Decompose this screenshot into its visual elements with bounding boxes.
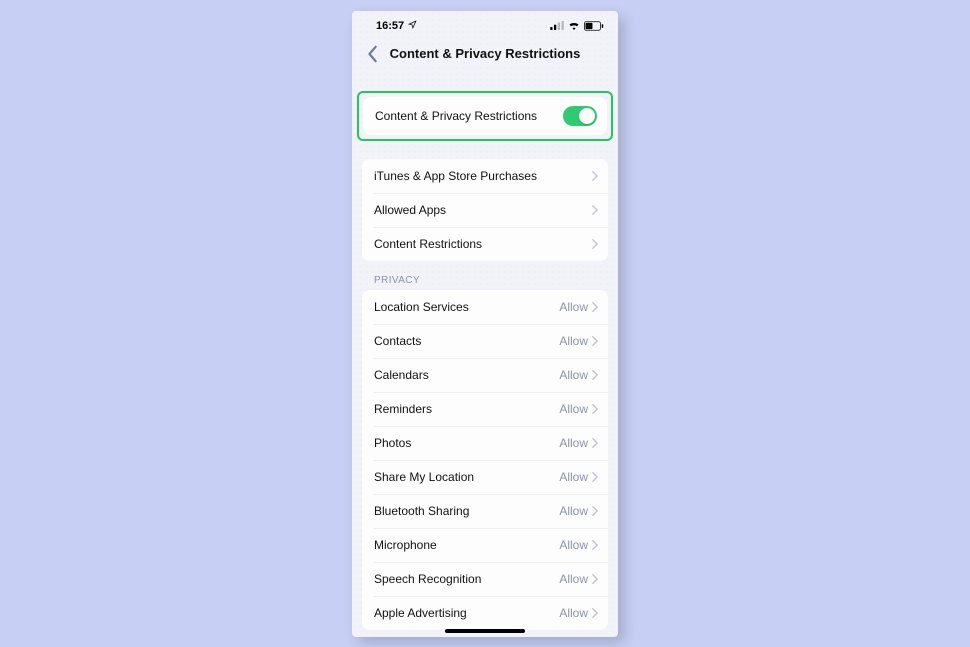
row-value: Allow bbox=[559, 504, 588, 518]
row-label: Calendars bbox=[374, 368, 559, 382]
settings-group-1: iTunes & App Store Purchases Allowed App… bbox=[362, 159, 608, 261]
row-label: Bluetooth Sharing bbox=[374, 504, 559, 518]
nav-header: Content & Privacy Restrictions bbox=[352, 35, 618, 73]
privacy-group: Location Services Allow Contacts Allow C… bbox=[362, 290, 608, 630]
row-value: Allow bbox=[559, 572, 588, 586]
chevron-right-icon bbox=[592, 205, 598, 215]
row-label: Apple Advertising bbox=[374, 606, 559, 620]
row-label: iTunes & App Store Purchases bbox=[374, 169, 592, 183]
chevron-right-icon bbox=[592, 506, 598, 516]
chevron-right-icon bbox=[592, 540, 598, 550]
row-reminders[interactable]: Reminders Allow bbox=[362, 392, 608, 426]
row-value: Allow bbox=[559, 606, 588, 620]
row-share-my-location[interactable]: Share My Location Allow bbox=[362, 460, 608, 494]
chevron-right-icon bbox=[592, 239, 598, 249]
chevron-right-icon bbox=[592, 438, 598, 448]
status-bar: 16:57 bbox=[352, 11, 618, 35]
chevron-right-icon bbox=[592, 370, 598, 380]
row-label: Reminders bbox=[374, 402, 559, 416]
row-label: Share My Location bbox=[374, 470, 559, 484]
master-toggle-row[interactable]: Content & Privacy Restrictions bbox=[363, 97, 607, 135]
chevron-right-icon bbox=[592, 302, 598, 312]
privacy-section-header: PRIVACY bbox=[352, 261, 618, 290]
row-location-services[interactable]: Location Services Allow bbox=[362, 290, 608, 324]
row-allowed-apps[interactable]: Allowed Apps bbox=[362, 193, 608, 227]
chevron-right-icon bbox=[592, 574, 598, 584]
row-value: Allow bbox=[559, 470, 588, 484]
row-value: Allow bbox=[559, 334, 588, 348]
chevron-right-icon bbox=[592, 608, 598, 618]
row-value: Allow bbox=[559, 300, 588, 314]
row-value: Allow bbox=[559, 368, 588, 382]
nav-title: Content & Privacy Restrictions bbox=[362, 46, 608, 61]
wifi-icon bbox=[568, 21, 580, 30]
toggle-knob bbox=[579, 108, 595, 124]
row-label: Photos bbox=[374, 436, 559, 450]
row-photos[interactable]: Photos Allow bbox=[362, 426, 608, 460]
battery-icon bbox=[584, 21, 604, 31]
status-time: 16:57 bbox=[376, 20, 404, 32]
row-label: Microphone bbox=[374, 538, 559, 552]
chevron-right-icon bbox=[592, 336, 598, 346]
row-label: Allowed Apps bbox=[374, 203, 592, 217]
row-value: Allow bbox=[559, 538, 588, 552]
row-apple-advertising[interactable]: Apple Advertising Allow bbox=[362, 596, 608, 630]
row-speech-recognition[interactable]: Speech Recognition Allow bbox=[362, 562, 608, 596]
chevron-right-icon bbox=[592, 171, 598, 181]
row-label: Contacts bbox=[374, 334, 559, 348]
master-toggle-label: Content & Privacy Restrictions bbox=[375, 109, 563, 123]
row-content-restrictions[interactable]: Content Restrictions bbox=[362, 227, 608, 261]
row-label: Content Restrictions bbox=[374, 237, 592, 251]
row-itunes-purchases[interactable]: iTunes & App Store Purchases bbox=[362, 159, 608, 193]
location-arrow-icon bbox=[408, 20, 417, 32]
row-value: Allow bbox=[559, 402, 588, 416]
row-label: Speech Recognition bbox=[374, 572, 559, 586]
chevron-right-icon bbox=[592, 472, 598, 482]
row-contacts[interactable]: Contacts Allow bbox=[362, 324, 608, 358]
cellular-signal-icon bbox=[550, 21, 564, 30]
row-calendars[interactable]: Calendars Allow bbox=[362, 358, 608, 392]
row-bluetooth-sharing[interactable]: Bluetooth Sharing Allow bbox=[362, 494, 608, 528]
row-label: Location Services bbox=[374, 300, 559, 314]
row-microphone[interactable]: Microphone Allow bbox=[362, 528, 608, 562]
chevron-right-icon bbox=[592, 404, 598, 414]
toggle-switch[interactable] bbox=[563, 106, 597, 126]
phone-screen: 16:57 Content & Privacy Restrictions bbox=[352, 11, 618, 637]
home-indicator[interactable] bbox=[445, 629, 525, 633]
row-value: Allow bbox=[559, 436, 588, 450]
highlight-box: Content & Privacy Restrictions bbox=[357, 91, 613, 141]
